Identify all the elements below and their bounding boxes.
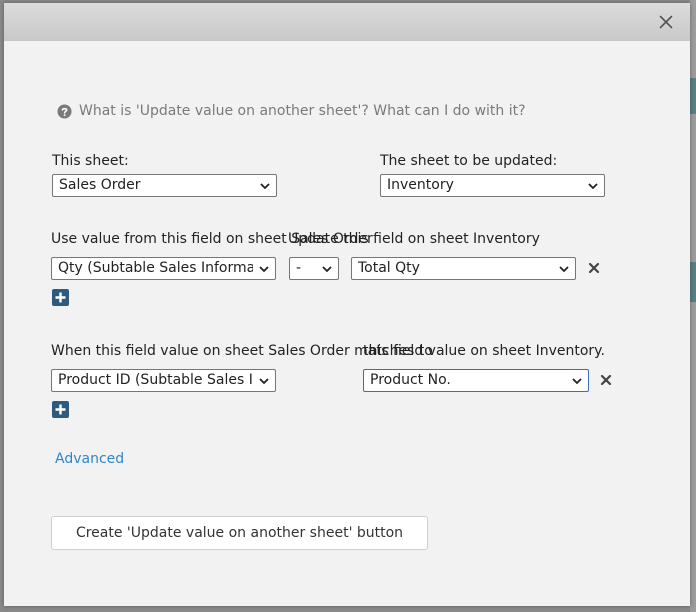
help-text: What is 'Update value on another sheet'?… (79, 103, 526, 119)
chevron-down-icon (259, 378, 269, 385)
chevron-down-icon (322, 266, 332, 273)
chevron-down-icon (572, 378, 582, 385)
dialog-header (4, 3, 690, 41)
operator-value: - (296, 260, 302, 276)
this-sheet-select[interactable]: Sales Order (52, 174, 277, 197)
help-link[interactable]: What is 'Update value on another sheet'?… (57, 101, 526, 121)
update-value-dialog: What is 'Update value on another sheet'?… (4, 3, 690, 606)
background-accent-strip (690, 78, 696, 114)
match-target-field-select[interactable]: Product No. (363, 369, 589, 392)
match-target-field-value: Product No. (370, 372, 451, 388)
create-button[interactable]: Create 'Update value on another sheet' b… (51, 516, 428, 550)
chevron-down-icon (259, 266, 269, 273)
this-sheet-value: Sales Order (59, 177, 141, 193)
value-source-field-value: Qty (Subtable Sales Informa (58, 260, 253, 276)
match-target-label: this field value on sheet Inventory. (363, 343, 605, 359)
target-sheet-label: The sheet to be updated: (380, 153, 558, 169)
close-icon (659, 15, 673, 29)
match-source-field-select[interactable]: Product ID (Subtable Sales In (51, 369, 276, 392)
operator-select[interactable]: - (289, 257, 339, 280)
chevron-down-icon (588, 183, 598, 190)
remove-value-mapping-icon[interactable] (588, 262, 600, 274)
chevron-down-icon (260, 183, 270, 190)
value-target-field-select[interactable]: Total Qty (351, 257, 576, 280)
add-match-mapping-icon[interactable] (52, 401, 69, 418)
value-target-label: Update this field on sheet Inventory (288, 231, 540, 247)
value-source-field-select[interactable]: Qty (Subtable Sales Informa (51, 257, 276, 280)
match-source-field-value: Product ID (Subtable Sales In (58, 372, 253, 388)
target-sheet-select[interactable]: Inventory (380, 174, 605, 197)
remove-match-mapping-icon[interactable] (600, 374, 612, 386)
value-target-field-value: Total Qty (358, 260, 420, 276)
advanced-link[interactable]: Advanced (55, 451, 124, 467)
question-circle-icon (57, 103, 72, 119)
target-sheet-value: Inventory (387, 177, 454, 193)
add-value-mapping-icon[interactable] (52, 289, 69, 306)
chevron-down-icon (559, 266, 569, 273)
this-sheet-label: This sheet: (52, 153, 129, 169)
background-accent-strip (690, 262, 696, 302)
close-button[interactable] (656, 12, 676, 32)
